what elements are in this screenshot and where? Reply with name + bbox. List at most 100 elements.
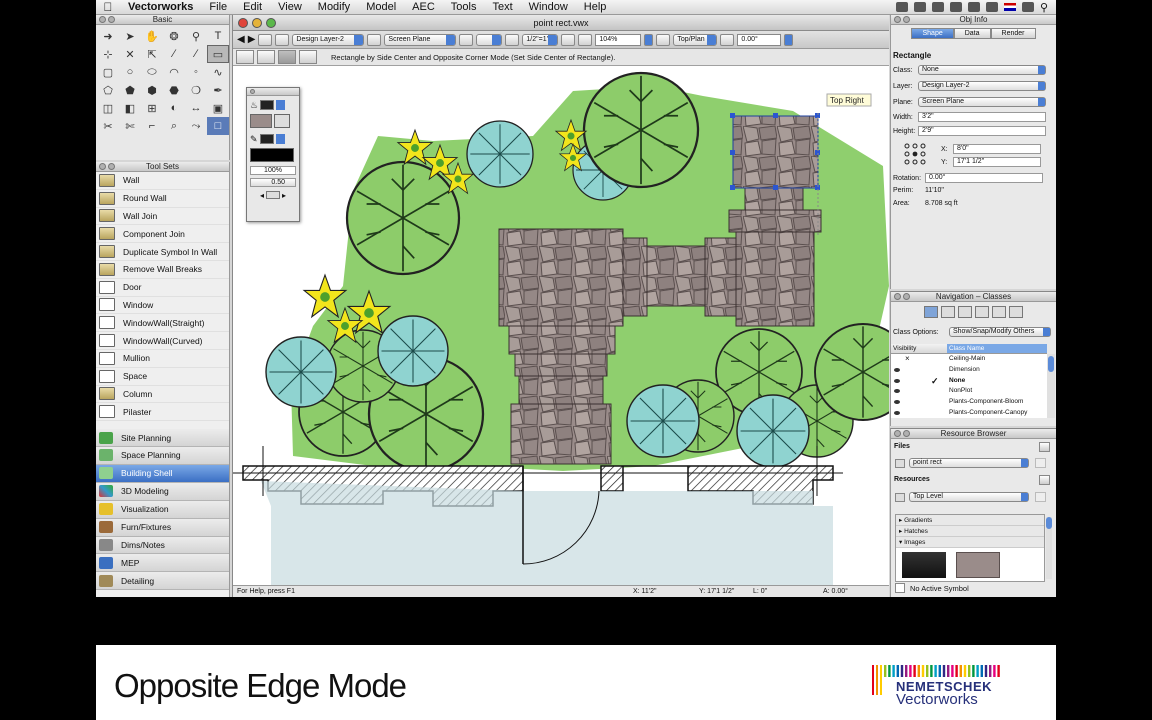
close-icon[interactable] [894, 430, 901, 437]
visible-eye-icon[interactable] [894, 400, 900, 405]
visible-eye-icon[interactable] [894, 378, 900, 383]
class-list-scrollbar[interactable] [1047, 354, 1055, 418]
close-icon[interactable] [99, 163, 106, 170]
menu-text[interactable]: Text [484, 1, 520, 13]
class-options-popup[interactable]: Show/Snap/Modify Others [949, 327, 1051, 337]
file-options-icon[interactable] [1035, 458, 1046, 468]
arrow-right-icon[interactable]: ▸ [282, 191, 286, 200]
mode-corner-icon[interactable] [236, 50, 254, 64]
chamfer-tool-icon[interactable]: ⌕ [163, 117, 185, 135]
site-plan-drawing[interactable]: Top Right [233, 66, 889, 585]
selection-tool-icon[interactable]: ➜ [97, 27, 119, 45]
door-tool-icon[interactable]: ◧ [119, 99, 141, 117]
opacity-field[interactable]: 100% [250, 166, 296, 175]
app-menu[interactable]: Vectorworks [120, 1, 201, 13]
basic-palette-titlebar[interactable]: Basic [96, 15, 229, 25]
pen-preview[interactable] [250, 148, 294, 162]
quarter-arc-tool-icon[interactable]: ◦ [185, 63, 207, 81]
toolset-building-shell[interactable]: Building Shell [96, 464, 229, 483]
drawing-titlebar[interactable]: point rect.vwx [233, 15, 889, 31]
resources-menu-icon[interactable] [1039, 475, 1050, 485]
nav-views-button[interactable] [975, 306, 989, 318]
marker-button[interactable] [266, 191, 280, 199]
plane-popup[interactable]: Screen Plane [384, 33, 457, 46]
attribute-mapping-icon[interactable] [274, 114, 290, 128]
height-field[interactable]: 2'9" [918, 126, 1046, 136]
invisible-mark-icon[interactable]: × [905, 354, 910, 364]
view-popup[interactable]: Top/Plan [673, 33, 718, 46]
resource-browser-titlebar[interactable]: Resource Browser [891, 429, 1056, 439]
connect-tool-icon[interactable]: ⤳ [185, 117, 207, 135]
eyedropper-tool-icon[interactable]: ✒ [207, 81, 229, 99]
object-info-titlebar[interactable]: Obj Info [891, 15, 1056, 25]
toolset-detailing[interactable]: Detailing [96, 572, 229, 591]
toolset-site-planning[interactable]: Site Planning [96, 429, 229, 448]
drawing-canvas[interactable]: Top Right [233, 66, 889, 585]
collapse-icon[interactable] [108, 163, 115, 170]
arrow-left-icon[interactable]: ◂ [260, 191, 264, 200]
folder-hatches[interactable]: ▸ Hatches [896, 526, 1044, 537]
camera-icon[interactable] [913, 2, 926, 12]
toolset-furn-fixtures[interactable]: Furn/Fixtures [96, 518, 229, 537]
menu-modify[interactable]: Modify [310, 1, 358, 13]
tool-round-wall[interactable]: Round Wall [96, 190, 229, 208]
zoom-field[interactable]: 104% [595, 33, 642, 46]
tool-space[interactable]: Space [96, 368, 229, 386]
tool-column[interactable]: Column [96, 386, 229, 404]
zoom-window-icon[interactable] [266, 18, 276, 28]
rotate-plan-icon[interactable] [720, 33, 735, 46]
2d-reshape-tool-icon[interactable]: ➤ [119, 27, 141, 45]
close-window-icon[interactable] [238, 18, 248, 28]
menu-model[interactable]: Model [358, 1, 404, 13]
collapse-icon[interactable] [903, 430, 910, 437]
tool-remove-wall-breaks[interactable]: Remove Wall Breaks [96, 261, 229, 279]
toolset-dims-notes[interactable]: Dims/Notes [96, 536, 229, 555]
sync-icon[interactable] [895, 2, 908, 12]
tool-door[interactable]: Door [96, 279, 229, 297]
mirror-tool-icon[interactable]: ◐ [163, 99, 185, 117]
class-row-plants-canopy[interactable]: Plants-Component-Canopy [891, 408, 1047, 419]
class-popup[interactable]: None [918, 65, 1046, 75]
toolset-3d-modeling[interactable]: 3D Modeling [96, 482, 229, 501]
level-popup[interactable]: Top Level [909, 492, 1029, 502]
fillet-tool-icon[interactable]: ⌐ [141, 117, 163, 135]
double-polygon-tool-icon[interactable]: ⬢ [141, 81, 163, 99]
plane-popup-oi[interactable]: Screen Plane [918, 97, 1046, 107]
rotation-field[interactable]: 0.00° [737, 33, 782, 46]
circle-tool-icon[interactable]: ○ [119, 63, 141, 81]
scale-popup[interactable]: 1/2"=1' [522, 33, 559, 46]
rounded-rect-tool-icon[interactable]: ▢ [97, 63, 119, 81]
class-row-dimension[interactable]: Dimension [891, 365, 1047, 376]
2d-locus-tool-icon[interactable]: ⊹ [97, 45, 119, 63]
trim-tool-icon[interactable]: ✄ [119, 117, 141, 135]
freehand-tool-icon[interactable]: ∿ [207, 63, 229, 81]
scroll-thumb[interactable] [1046, 517, 1052, 529]
fill-style-button[interactable] [260, 100, 275, 110]
zoom-icon[interactable] [578, 33, 593, 46]
files-menu-icon[interactable] [1039, 442, 1050, 452]
tab-render[interactable]: Render [990, 28, 1036, 39]
tab-shape[interactable]: Shape [911, 28, 954, 39]
close-icon[interactable] [250, 89, 255, 94]
time-machine-icon[interactable] [931, 2, 944, 12]
toolset-mep[interactable]: MEP [96, 554, 229, 573]
collapse-icon[interactable] [903, 16, 910, 23]
tool-duplicate-symbol-in-wall[interactable]: Duplicate Symbol In Wall [96, 243, 229, 261]
pan-tool-icon[interactable]: ✋ [141, 27, 163, 45]
visibility-column-header[interactable]: Visibility [893, 345, 916, 352]
rectangle-tool-icon[interactable]: ▭ [207, 45, 229, 63]
tool-wall-join[interactable]: Wall Join [96, 208, 229, 226]
split-tool-icon[interactable]: ✂ [97, 117, 119, 135]
tool-mullion[interactable]: Mullion [96, 350, 229, 368]
visible-eye-icon[interactable] [894, 389, 900, 394]
oval-tool-icon[interactable]: ⬭ [141, 63, 163, 81]
fill-preview[interactable] [250, 114, 272, 128]
nav-classes-button[interactable] [924, 306, 938, 318]
regular-polygon-tool-icon[interactable]: ⬣ [163, 81, 185, 99]
class-row-ceiling-main[interactable]: × Ceiling-Main [891, 354, 1047, 365]
volume-icon[interactable] [985, 2, 998, 12]
toolset-space-planning[interactable]: Space Planning [96, 447, 229, 465]
visible-eye-icon[interactable] [894, 367, 900, 372]
layer-popup[interactable]: Design Layer-2 [292, 33, 365, 46]
forward-icon[interactable]: ▶ [248, 34, 256, 45]
